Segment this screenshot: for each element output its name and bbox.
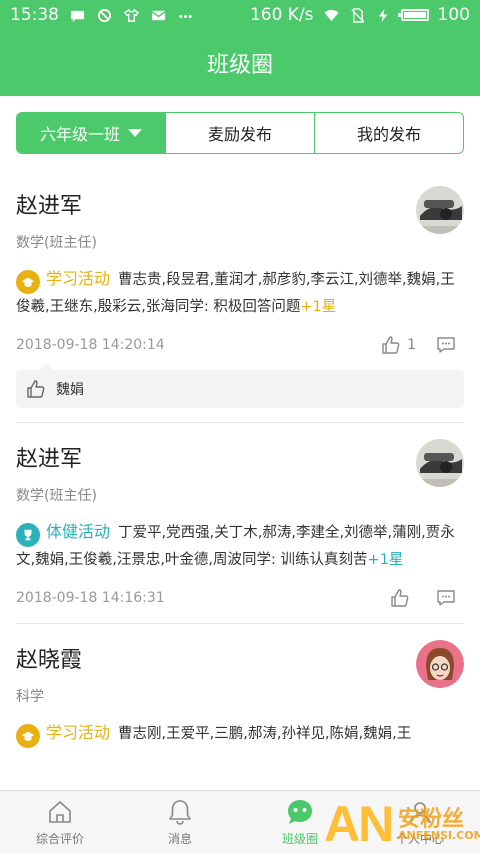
author-name[interactable]: 赵进军 [16, 170, 464, 220]
nav-class-circle[interactable]: 班级圈 [240, 791, 360, 853]
tab-encourage-label: 麦励发布 [207, 125, 272, 144]
message-bubble-icon [69, 8, 86, 23]
post-card: 赵晓霞 科学 学习活动 曹志刚,王爱平,三鹏,郝涛,孙祥见,陈娟,魏娟,王 [0, 624, 480, 748]
liked-by-box: 魏娟 [16, 363, 464, 408]
page-title: 班级圈 [206, 53, 273, 78]
post-timestamp: 2018-09-18 14:20:14 [16, 337, 165, 353]
bell-icon [166, 798, 194, 826]
tshirt-icon [123, 7, 140, 23]
activity-type: 体健活动 [46, 522, 111, 541]
post-card: 赵进军 数学(班主任) 体健活动 丁爱平,党西强,关丁木,郝涛,李建全,刘德举,蒲… [0, 423, 480, 609]
author-role: 数学(班主任) [16, 235, 97, 251]
status-bar: 15:38 160 K/s 100 [0, 0, 480, 30]
post-content: 学习活动 曹志贵,段昱君,董润才,郝彦豹,李云江,刘德举,魏娟,王俊羲,王继东,殷… [16, 266, 464, 320]
class-circle-icon [286, 798, 314, 826]
nav-messages[interactable]: 消息 [120, 791, 240, 853]
activity-type: 学习活动 [46, 269, 111, 288]
thumbs-up-icon[interactable] [381, 335, 401, 355]
tab-my-posts-label: 我的发布 [356, 125, 421, 144]
author-name[interactable]: 赵晓霞 [16, 624, 464, 674]
post-card: 赵进军 数学(班主任) 学习活动 曹志贵,段昱君,董润才,郝彦豹,李云江,刘德举,… [0, 170, 480, 408]
activity-type: 学习活动 [46, 723, 111, 742]
post-meta: 2018-09-18 14:20:14 1 [16, 334, 464, 356]
nav-label: 综合评价 [35, 831, 84, 846]
thumbs-up-icon[interactable] [390, 588, 410, 608]
caret-down-icon [128, 129, 142, 137]
title-bar: 班级圈 [0, 30, 480, 96]
post-timestamp: 2018-09-18 14:16:31 [16, 590, 165, 606]
no-sim-icon [349, 7, 366, 23]
person-icon [406, 798, 434, 826]
home-icon [46, 798, 74, 826]
liked-by-user[interactable]: 魏娟 [56, 379, 84, 399]
battery-level: 100 [437, 5, 470, 25]
author-name[interactable]: 赵进军 [16, 423, 464, 473]
nav-comprehensive-eval[interactable]: 综合评价 [0, 791, 120, 853]
thumbs-up-icon [26, 379, 46, 399]
like-count: 1 [407, 337, 416, 353]
nav-label: 消息 [167, 831, 192, 846]
class-tabs: 六年级一班 麦励发布 我的发布 [16, 112, 464, 154]
star-reward: +1星 [367, 552, 404, 568]
battery-icon [397, 9, 429, 21]
photo-avatar[interactable] [416, 186, 464, 234]
author-role: 数学(班主任) [16, 488, 97, 504]
star-reward: +1星 [300, 299, 337, 315]
mortarboard-icon [16, 724, 40, 748]
nav-label: 班级圈 [281, 831, 318, 846]
cartoon-girl-avatar[interactable] [416, 640, 464, 688]
post-meta: 2018-09-18 14:16:31 [16, 587, 464, 609]
more-icon [177, 8, 194, 23]
network-speed: 160 K/s [249, 5, 314, 25]
nav-personal-center[interactable]: 个人中心 [360, 791, 480, 853]
status-time: 15:38 [10, 5, 59, 25]
post-content: 学习活动 曹志刚,王爱平,三鹏,郝涛,孙祥见,陈娟,魏娟,王 [16, 720, 464, 748]
author-role: 科学 [16, 689, 44, 705]
wifi-icon [323, 8, 340, 23]
tab-my-posts[interactable]: 我的发布 [314, 113, 463, 153]
activity-detail: 曹志刚,王爱平,三鹏,郝涛,孙祥见,陈娟,魏娟,王 [118, 726, 412, 742]
post-content: 体健活动 丁爱平,党西强,关丁木,郝涛,李建全,刘德举,蒲刚,贾永文,魏娟,王俊羲… [16, 519, 464, 573]
tab-class-label: 六年级一班 [39, 125, 120, 144]
charging-icon [375, 8, 392, 23]
tab-encourage-posts[interactable]: 麦励发布 [165, 113, 314, 153]
photo-avatar[interactable] [416, 439, 464, 487]
bottom-nav: 综合评价 消息 班级圈 个人中心 [0, 790, 480, 853]
mail-icon [150, 8, 167, 23]
tab-class-selector[interactable]: 六年级一班 [17, 113, 165, 153]
mortarboard-icon [16, 270, 40, 294]
trophy-icon [16, 523, 40, 547]
comment-icon[interactable] [436, 588, 456, 608]
nav-label: 个人中心 [395, 831, 444, 846]
post-feed[interactable]: 赵进军 数学(班主任) 学习活动 曹志贵,段昱君,董润才,郝彦豹,李云江,刘德举,… [0, 170, 480, 790]
comment-icon[interactable] [436, 335, 456, 355]
dnd-icon [96, 8, 113, 23]
